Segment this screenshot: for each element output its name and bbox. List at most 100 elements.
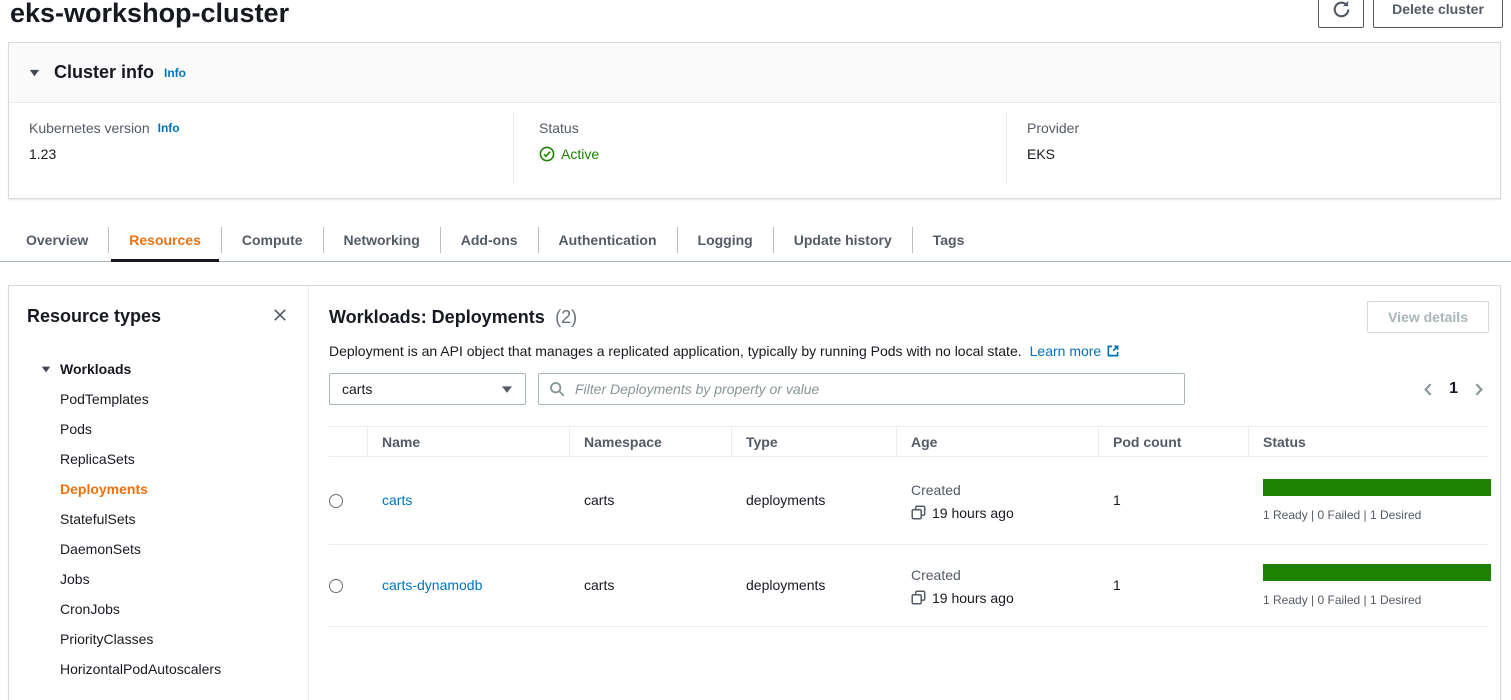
provider-value: EKS (1027, 144, 1501, 164)
sidebar-item-horizontalpodautoscalers[interactable]: HorizontalPodAutoscalers (9, 654, 308, 684)
learn-more-label: Learn more (1030, 341, 1102, 361)
pod-count-cell: 1 (1113, 492, 1121, 508)
table-row: carts carts deployments Created 19 hours… (329, 457, 1489, 545)
type-cell: deployments (746, 577, 825, 593)
resource-tree: Workloads PodTemplates Pods ReplicaSets … (9, 348, 308, 684)
tab-tags[interactable]: Tags (913, 218, 985, 261)
column-header-pod-count: Pod count (1098, 427, 1248, 456)
cluster-info-body: Kubernetes version Info 1.23 Status Acti… (9, 103, 1500, 199)
search-icon (549, 381, 565, 397)
column-header-age: Age (896, 427, 1098, 456)
sidebar-item-statefulsets[interactable]: StatefulSets (9, 504, 308, 534)
panel-description: Deployment is an API object that manages… (329, 341, 1022, 361)
tab-networking[interactable]: Networking (324, 218, 440, 261)
panel-title-row: Workloads: Deployments (2) (329, 307, 577, 328)
copy-icon[interactable] (911, 505, 926, 520)
kubernetes-version-label: Kubernetes version (29, 118, 150, 138)
sidebar-item-pods[interactable]: Pods (9, 414, 308, 444)
namespace-cell: carts (584, 577, 614, 593)
property-filter-dropdown[interactable]: carts (329, 373, 526, 405)
learn-more-link[interactable]: Learn more (1030, 341, 1121, 361)
refresh-icon (1332, 0, 1351, 19)
provider-label: Provider (1027, 118, 1079, 138)
table-row: carts-dynamodb carts deployments Created… (329, 545, 1489, 627)
age-created-label: Created (911, 566, 1098, 584)
row-radio-button[interactable] (329, 494, 343, 508)
resource-types-title: Resource types (27, 306, 161, 326)
column-header-type: Type (731, 427, 896, 456)
deployment-name-link[interactable]: carts (382, 492, 412, 508)
page-title: eks-workshop-cluster (10, 0, 289, 30)
panel-title: Workloads: Deployments (329, 307, 545, 327)
tab-resources[interactable]: Resources (109, 218, 221, 261)
deployments-panel: Workloads: Deployments (2) View details … (310, 286, 1500, 700)
chevron-right-icon[interactable] (1470, 381, 1487, 398)
tab-authentication[interactable]: Authentication (539, 218, 677, 261)
sidebar-item-replicasets[interactable]: ReplicaSets (9, 444, 308, 474)
column-header-namespace: Namespace (569, 427, 731, 456)
tab-compute[interactable]: Compute (222, 218, 323, 261)
tree-group-workloads[interactable]: Workloads (9, 354, 308, 384)
field-provider: Provider EKS (1007, 103, 1501, 199)
sidebar-item-deployments[interactable]: Deployments (9, 474, 308, 504)
caret-down-icon (29, 67, 40, 78)
pod-count-cell: 1 (1113, 577, 1121, 593)
resources-content-card: Resource types Workloads PodTemplates Po… (8, 285, 1501, 700)
column-header-name: Name (367, 427, 569, 456)
age-created-label: Created (911, 481, 1098, 499)
status-progress-bar (1263, 564, 1491, 581)
delete-cluster-button[interactable]: Delete cluster (1373, 0, 1503, 28)
field-kubernetes-version: Kubernetes version Info 1.23 (9, 103, 513, 199)
delete-cluster-label: Delete cluster (1392, 1, 1484, 17)
column-header-status: Status (1248, 427, 1489, 456)
filter-search-box (538, 373, 1185, 405)
sidebar-item-podtemplates[interactable]: PodTemplates (9, 384, 308, 414)
sidebar-item-daemonsets[interactable]: DaemonSets (9, 534, 308, 564)
row-radio-button[interactable] (329, 579, 343, 593)
tab-add-ons[interactable]: Add-ons (441, 218, 538, 261)
resource-types-sidebar: Resource types Workloads PodTemplates Po… (9, 286, 309, 700)
table-header-row: Name Namespace Type Age Pod count Status (329, 426, 1489, 457)
kubernetes-version-value: 1.23 (29, 144, 513, 164)
dropdown-value: carts (342, 381, 372, 397)
tab-update-history[interactable]: Update history (774, 218, 912, 261)
status-text: 1 Ready | 0 Failed | 1 Desired (1263, 508, 1491, 522)
sidebar-item-priorityclasses[interactable]: PriorityClasses (9, 624, 308, 654)
cluster-info-header[interactable]: Cluster info Info (9, 43, 1500, 103)
age-value: 19 hours ago (932, 590, 1014, 606)
pagination: 1 (1420, 380, 1489, 398)
cluster-info-info-link[interactable]: Info (164, 66, 186, 80)
status-ok-icon (539, 146, 555, 162)
cluster-info-card: Cluster info Info Kubernetes version Inf… (8, 42, 1501, 199)
view-details-button[interactable]: View details (1367, 301, 1489, 333)
status-text: 1 Ready | 0 Failed | 1 Desired (1263, 593, 1491, 607)
filter-search-input[interactable] (573, 380, 1174, 398)
tab-logging[interactable]: Logging (678, 218, 773, 261)
kubernetes-version-info-link[interactable]: Info (158, 118, 180, 138)
caret-down-icon (41, 364, 51, 374)
type-cell: deployments (746, 492, 825, 508)
refresh-button[interactable] (1318, 0, 1364, 28)
sidebar-item-cronjobs[interactable]: CronJobs (9, 594, 308, 624)
view-details-label: View details (1388, 309, 1468, 325)
pagination-current-page[interactable]: 1 (1449, 380, 1458, 398)
namespace-cell: carts (584, 492, 614, 508)
caret-down-icon (501, 383, 513, 395)
deployment-name-link[interactable]: carts-dynamodb (382, 577, 482, 593)
status-progress-bar (1263, 479, 1491, 496)
copy-icon[interactable] (911, 590, 926, 605)
status-value: Active (561, 144, 599, 164)
deployments-table: Name Namespace Type Age Pod count Status… (329, 426, 1489, 627)
field-status: Status Active (514, 103, 1006, 199)
close-icon[interactable] (272, 307, 288, 323)
panel-count: (2) (555, 307, 577, 327)
tree-group-label: Workloads (60, 361, 131, 377)
external-link-icon (1106, 344, 1120, 358)
cluster-info-title: Cluster info (54, 62, 154, 83)
sidebar-item-jobs[interactable]: Jobs (9, 564, 308, 594)
tab-overview[interactable]: Overview (6, 218, 108, 261)
chevron-left-icon[interactable] (1420, 381, 1437, 398)
age-value: 19 hours ago (932, 505, 1014, 521)
tab-bar: Overview Resources Compute Networking Ad… (0, 218, 1511, 262)
status-label: Status (539, 118, 579, 138)
